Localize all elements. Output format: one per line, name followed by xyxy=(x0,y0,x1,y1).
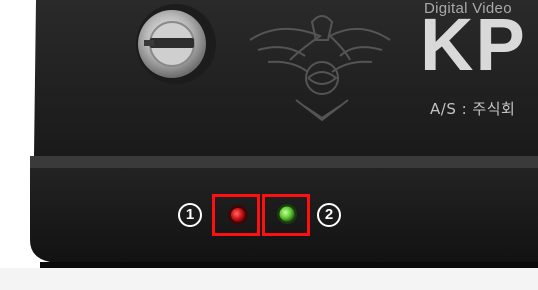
brand-logo-text: KP xyxy=(420,3,527,86)
callout-number-2: 2 xyxy=(317,203,341,227)
led-highlight-box-1 xyxy=(212,194,260,236)
photo-stage: Digital Video KP A/S : 주식회 1 2 xyxy=(0,0,538,290)
service-info-text: A/S : 주식회 xyxy=(430,100,516,118)
callout-number-1: 1 xyxy=(178,203,202,227)
key-lock-icon xyxy=(136,4,216,84)
led-highlight-box-2 xyxy=(262,194,310,236)
